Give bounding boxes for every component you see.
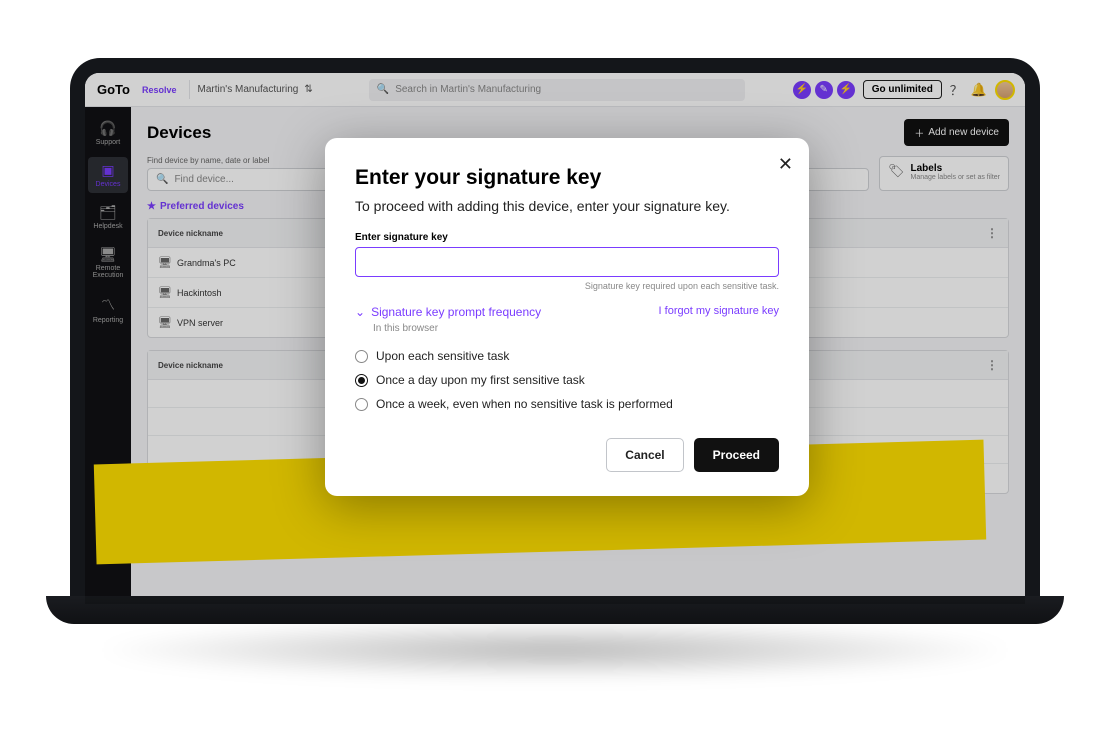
reporting-icon: 〽	[90, 295, 126, 315]
table-menu-icon[interactable]: ⋮	[986, 226, 998, 240]
quick-action-group: ⚡ ✎ ⚡	[793, 81, 855, 99]
sidebar-item-reporting[interactable]: 〽Reporting	[88, 290, 128, 329]
global-search-placeholder: Search in Martin's Manufacturing	[395, 84, 541, 95]
signature-key-hint: Signature key required upon each sensiti…	[355, 281, 779, 291]
labels-title: Labels	[911, 163, 1000, 174]
star-icon: ★	[147, 201, 156, 212]
help-icon[interactable]: ？	[950, 80, 963, 99]
sidebar-item-support[interactable]: 🎧Support	[88, 115, 128, 151]
avatar[interactable]	[995, 80, 1015, 100]
plus-icon: ＋	[914, 125, 924, 140]
device-icon: 🖥	[158, 256, 172, 269]
freq-option-each-task[interactable]: Upon each sensitive task	[355, 344, 779, 368]
laptop-shadow	[90, 620, 1020, 680]
notifications-icon[interactable]: 🔔	[971, 82, 987, 98]
freq-option-once-week[interactable]: Once a week, even when no sensitive task…	[355, 392, 779, 416]
sidebar-item-devices[interactable]: ▣Devices	[88, 157, 128, 193]
device-search-placeholder: Find device...	[174, 174, 233, 185]
signature-key-modal: ✕ Enter your signature key To proceed wi…	[325, 138, 809, 496]
brand-sub: Resolve	[142, 85, 177, 95]
page-title: Devices	[147, 123, 211, 143]
device-icon: 🖥	[158, 316, 172, 329]
signature-key-input[interactable]	[355, 247, 779, 277]
brand-logo: GoTo	[95, 82, 132, 97]
tag-icon: 🏷	[888, 163, 905, 179]
devices-icon: ▣	[90, 162, 126, 179]
laptop-base	[46, 596, 1064, 624]
col-nickname: Device nickname	[158, 358, 268, 372]
frequency-toggle[interactable]: Signature key prompt frequency	[371, 305, 541, 319]
radio-icon	[355, 374, 368, 387]
global-search[interactable]: 🔍 Search in Martin's Manufacturing	[369, 79, 745, 101]
signature-key-label: Enter signature key	[355, 232, 779, 243]
company-switcher[interactable]: Martin's Manufacturing ⇅	[189, 80, 321, 99]
forgot-key-link[interactable]: I forgot my signature key	[659, 305, 779, 317]
freq-option-once-day[interactable]: Once a day upon my first sensitive task	[355, 368, 779, 392]
frequency-options: Upon each sensitive task Once a day upon…	[355, 344, 779, 416]
radio-icon	[355, 350, 368, 363]
search-icon: 🔍	[377, 84, 389, 95]
quick-action-2[interactable]: ✎	[815, 81, 833, 99]
top-bar: GoTo Resolve Martin's Manufacturing ⇅ 🔍 …	[85, 73, 1025, 107]
remote-exec-icon: 🖥	[90, 246, 126, 263]
frequency-sub: In this browser	[373, 323, 779, 334]
switch-icon: ⇅	[304, 84, 312, 95]
go-unlimited-button[interactable]: Go unlimited	[863, 80, 942, 99]
sidebar-item-remote-execution[interactable]: 🖥Remote Execution	[88, 241, 128, 284]
labels-card[interactable]: 🏷 Labels Manage labels or set as filter	[879, 156, 1009, 191]
quick-action-1[interactable]: ⚡	[793, 81, 811, 99]
chevron-down-icon[interactable]: ⌄	[355, 305, 365, 319]
quick-action-3[interactable]: ⚡	[837, 81, 855, 99]
modal-subtitle: To proceed with adding this device, ente…	[355, 198, 779, 214]
labels-sub: Manage labels or set as filter	[911, 174, 1000, 181]
radio-icon	[355, 398, 368, 411]
add-device-button[interactable]: ＋ Add new device	[904, 119, 1009, 146]
company-name: Martin's Manufacturing	[198, 84, 299, 95]
close-icon[interactable]: ✕	[778, 154, 793, 175]
table-menu-icon[interactable]: ⋮	[986, 358, 998, 372]
modal-title: Enter your signature key	[355, 166, 779, 190]
support-icon: 🎧	[90, 120, 126, 137]
device-icon: 🖥	[158, 286, 172, 299]
helpdesk-icon: 🗂	[90, 204, 126, 221]
col-nickname: Device nickname	[158, 226, 268, 240]
sidebar-item-helpdesk[interactable]: 🗂Helpdesk	[88, 199, 128, 235]
proceed-button[interactable]: Proceed	[694, 438, 779, 472]
cancel-button[interactable]: Cancel	[606, 438, 683, 472]
search-icon: 🔍	[156, 174, 168, 185]
